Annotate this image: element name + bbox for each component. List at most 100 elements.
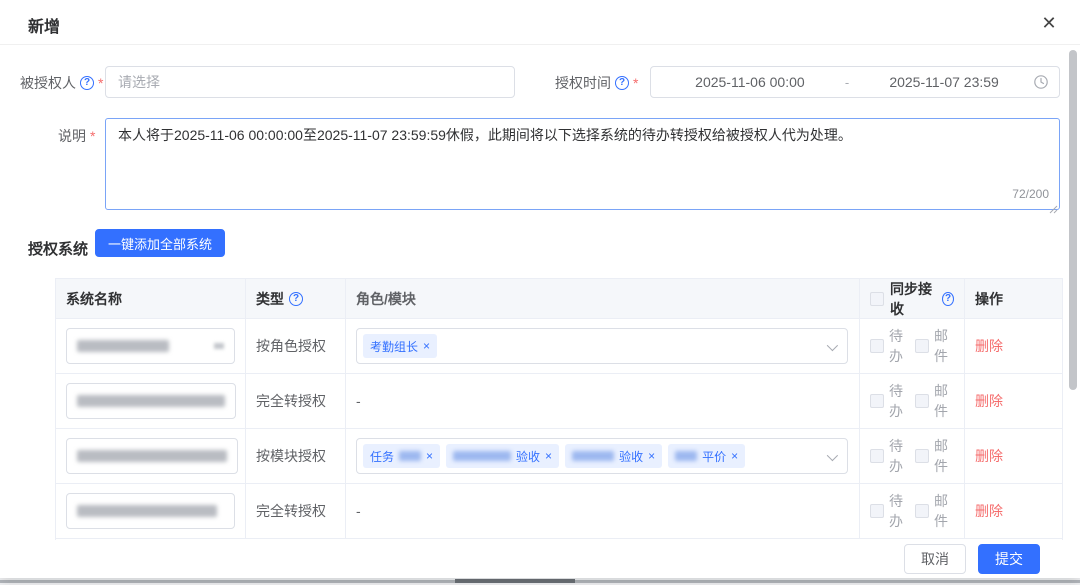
time-range-separator: - bbox=[839, 75, 855, 90]
time-label-text: 授权时间 bbox=[555, 73, 611, 93]
todo-option: 待办 bbox=[870, 326, 909, 366]
header-text: 角色/模块 bbox=[356, 289, 416, 309]
add-all-systems-button[interactable]: 一键添加全部系统 bbox=[95, 229, 225, 257]
system-name-box[interactable] bbox=[66, 438, 238, 474]
delete-button[interactable]: 删除 bbox=[975, 501, 1003, 521]
system-name-cell bbox=[56, 484, 246, 538]
todo-checkbox[interactable] bbox=[870, 394, 884, 408]
tag-text: 验收 bbox=[516, 448, 540, 465]
redacted-suffix bbox=[214, 343, 224, 349]
assignee-label-text: 被授权人 bbox=[20, 73, 76, 93]
todo-checkbox[interactable] bbox=[870, 504, 884, 518]
dialog-title: 新增 bbox=[28, 13, 60, 37]
time-range-picker[interactable]: 2025-11-06 00:00 - 2025-11-07 23:59 bbox=[650, 66, 1060, 98]
help-icon[interactable]: ? bbox=[615, 76, 629, 90]
empty-role-dash: - bbox=[356, 393, 361, 409]
mail-option: 邮件 bbox=[915, 436, 954, 476]
type-text: 按角色授权 bbox=[256, 336, 326, 356]
clock-icon bbox=[1033, 74, 1049, 90]
table-row: 按角色授权 考勤组长 × 待办 bbox=[56, 319, 1062, 374]
mail-label: 邮件 bbox=[934, 436, 954, 476]
mail-option: 邮件 bbox=[915, 326, 954, 366]
dialog-body: 被授权人 ? * 请选择 授权时间 ? * 2025-11-06 00:00 -… bbox=[0, 46, 1080, 540]
system-name-cell bbox=[56, 374, 246, 428]
assignee-select[interactable]: 请选择 bbox=[105, 66, 515, 98]
redacted-system-name bbox=[77, 395, 225, 407]
table-row: 按模块授权 任务 × 验收 × bbox=[56, 429, 1062, 484]
column-header-role-module: 角色/模块 bbox=[346, 279, 860, 318]
todo-checkbox[interactable] bbox=[870, 449, 884, 463]
tag-remove-icon[interactable]: × bbox=[731, 450, 738, 462]
mail-checkbox[interactable] bbox=[915, 449, 929, 463]
tag-remove-icon[interactable]: × bbox=[423, 340, 430, 352]
redacted-system-name bbox=[77, 340, 169, 352]
todo-checkbox[interactable] bbox=[870, 339, 884, 353]
mail-label: 邮件 bbox=[934, 326, 954, 366]
table-row: 完全转授权 - 待办 邮件 删除 bbox=[56, 374, 1062, 429]
description-label: 说明 * bbox=[58, 126, 95, 146]
delete-button[interactable]: 删除 bbox=[975, 446, 1003, 466]
mail-checkbox[interactable] bbox=[915, 339, 929, 353]
description-text: 本人将于2025-11-06 00:00:00至2025-11-07 23:59… bbox=[118, 127, 852, 143]
tag-remove-icon[interactable]: × bbox=[545, 450, 552, 462]
role-tag: 考勤组长 × bbox=[363, 334, 437, 358]
header-text: 同步接收 bbox=[890, 279, 936, 318]
help-icon[interactable]: ? bbox=[942, 292, 954, 306]
redacted-system-name bbox=[77, 450, 227, 462]
system-name-box[interactable] bbox=[66, 383, 236, 419]
table-header-row: 系统名称 类型 ? 角色/模块 同步接收 ? 操作 bbox=[56, 279, 1062, 319]
resize-handle-icon[interactable] bbox=[1048, 199, 1058, 209]
help-icon[interactable]: ? bbox=[80, 76, 94, 90]
vertical-scrollbar[interactable] bbox=[1069, 50, 1077, 390]
systems-section-title: 授权系统 bbox=[28, 238, 88, 259]
cancel-button[interactable]: 取消 bbox=[904, 544, 966, 574]
required-asterisk: * bbox=[633, 75, 638, 91]
time-start-value[interactable]: 2025-11-06 00:00 bbox=[661, 74, 839, 90]
mail-label: 邮件 bbox=[934, 491, 954, 531]
type-cell: 完全转授权 bbox=[246, 374, 346, 428]
tag-text: 考勤组长 bbox=[370, 338, 418, 355]
submit-button[interactable]: 提交 bbox=[978, 544, 1040, 574]
role-tag: 验收 × bbox=[565, 444, 662, 468]
sync-receive-cell: 待办 邮件 bbox=[860, 484, 965, 538]
mail-label: 邮件 bbox=[934, 381, 954, 421]
action-cell: 删除 bbox=[965, 319, 1062, 373]
delete-button[interactable]: 删除 bbox=[975, 391, 1003, 411]
system-name-cell bbox=[56, 319, 246, 373]
sync-all-checkbox[interactable] bbox=[870, 292, 884, 306]
role-multiselect[interactable]: 考勤组长 × bbox=[356, 328, 848, 364]
system-name-box[interactable] bbox=[66, 493, 235, 529]
tag-text: 任务 bbox=[370, 448, 394, 465]
assignee-placeholder: 请选择 bbox=[106, 72, 172, 92]
todo-label: 待办 bbox=[889, 491, 909, 531]
page-behind-content bbox=[455, 579, 575, 583]
role-tag: 任务 × bbox=[363, 444, 440, 468]
mail-checkbox[interactable] bbox=[915, 394, 929, 408]
system-name-box[interactable] bbox=[66, 328, 235, 364]
sync-receive-cell: 待办 邮件 bbox=[860, 429, 965, 483]
header-text: 类型 bbox=[256, 289, 284, 309]
tag-text: 平价 bbox=[702, 448, 726, 465]
help-icon[interactable]: ? bbox=[289, 292, 303, 306]
delete-button[interactable]: 删除 bbox=[975, 336, 1003, 356]
mail-checkbox[interactable] bbox=[915, 504, 929, 518]
chevron-down-icon bbox=[827, 450, 838, 461]
empty-role-dash: - bbox=[356, 503, 361, 519]
sync-receive-cell: 待办 邮件 bbox=[860, 374, 965, 428]
todo-option: 待办 bbox=[870, 491, 909, 531]
time-end-value[interactable]: 2025-11-07 23:59 bbox=[855, 74, 1033, 90]
tag-remove-icon[interactable]: × bbox=[426, 450, 433, 462]
role-multiselect[interactable]: 任务 × 验收 × 验收 × bbox=[356, 438, 848, 474]
tag-remove-icon[interactable]: × bbox=[648, 450, 655, 462]
type-text: 完全转授权 bbox=[256, 501, 326, 521]
character-counter: 72/200 bbox=[1012, 184, 1049, 205]
sync-receive-cell: 待办 邮件 bbox=[860, 319, 965, 373]
role-module-cell: 考勤组长 × bbox=[346, 319, 860, 373]
column-header-type: 类型 ? bbox=[246, 279, 346, 318]
required-asterisk: * bbox=[98, 75, 103, 91]
close-icon[interactable]: ✕ bbox=[1036, 10, 1062, 36]
table-row: 完全转授权 - 待办 邮件 删除 bbox=[56, 484, 1062, 539]
mail-option: 邮件 bbox=[915, 491, 954, 531]
description-textarea[interactable]: 本人将于2025-11-06 00:00:00至2025-11-07 23:59… bbox=[105, 118, 1060, 210]
column-header-system-name: 系统名称 bbox=[56, 279, 246, 318]
